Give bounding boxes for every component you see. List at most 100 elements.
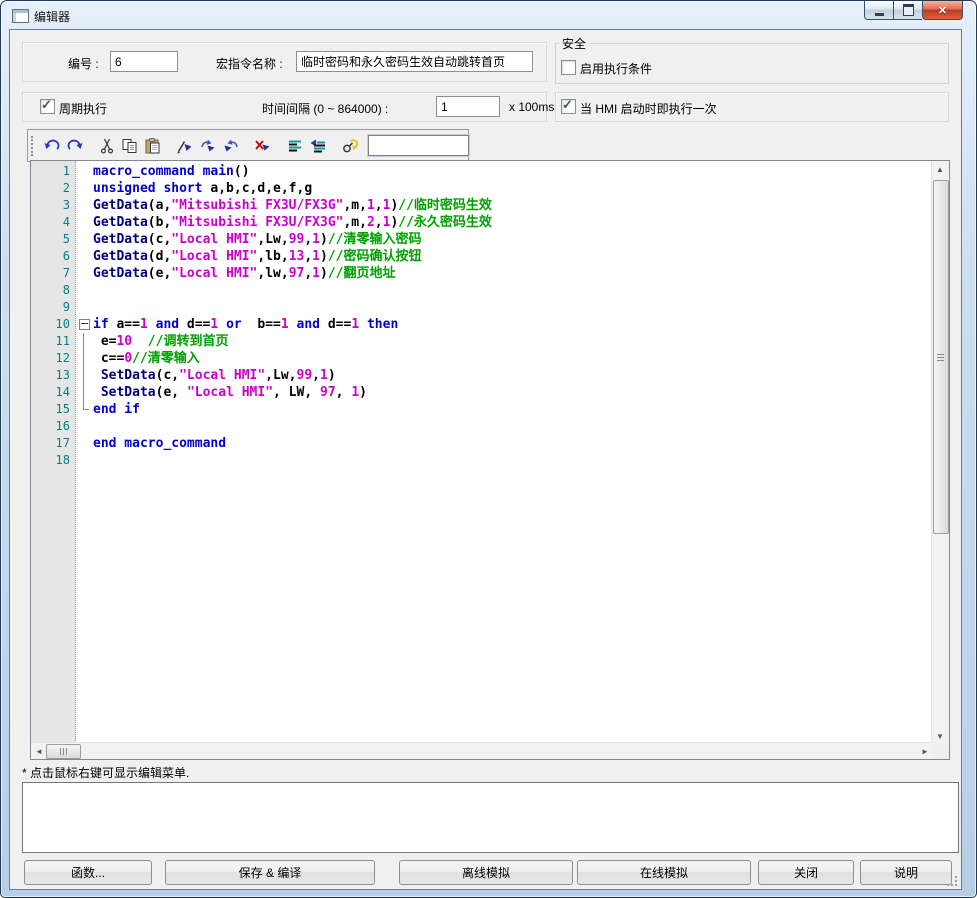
- code-line[interactable]: 14 SetData(e, "Local HMI", LW, 97, 1): [31, 384, 931, 401]
- copy-icon[interactable]: [118, 134, 141, 157]
- vertical-scroll-thumb[interactable]: [933, 180, 949, 534]
- line-number: 3: [31, 197, 75, 214]
- fold-gutter: [77, 231, 93, 248]
- code-line[interactable]: 9: [31, 299, 931, 316]
- paste-icon[interactable]: [141, 134, 164, 157]
- fold-marker: [77, 367, 93, 384]
- window-icon: [12, 9, 29, 23]
- macro-id-label: 编号 :: [68, 55, 99, 72]
- redo-icon[interactable]: [63, 134, 86, 157]
- code-line[interactable]: 8: [31, 282, 931, 299]
- code-editor[interactable]: 1macro_command main()2unsigned short a,b…: [30, 160, 950, 760]
- code-line[interactable]: 4 GetData(b,"Mitsubishi FX3U/FX3G",m,2,1)…: [31, 214, 931, 231]
- fold-gutter: [77, 435, 93, 452]
- line-number: 12: [31, 350, 75, 367]
- line-number: 5: [31, 231, 75, 248]
- line-number: 6: [31, 248, 75, 265]
- code-text: GetData(b,"Mitsubishi FX3U/FX3G",m,2,1)/…: [93, 214, 492, 231]
- scroll-down-arrow-icon[interactable]: ▼: [932, 728, 948, 744]
- code-line[interactable]: 5GetData(c,"Local HMI",Lw,99,1)//清零输入密码: [31, 231, 931, 248]
- code-text: if a==1 and d==1 or b==1 and d==1 then: [93, 316, 398, 333]
- toolbar: [27, 129, 469, 162]
- save-compile-button[interactable]: 保存 & 编译: [165, 860, 375, 885]
- code-text: e=10 //调转到首页: [93, 333, 228, 350]
- code-line[interactable]: 3 GetData(a,"Mitsubishi FX3U/FX3G",m,1,1)…: [31, 197, 931, 214]
- online-simulation-button[interactable]: 在线模拟: [577, 860, 751, 885]
- scroll-left-arrow-icon[interactable]: ◄: [31, 743, 47, 759]
- scroll-up-arrow-icon[interactable]: ▲: [932, 161, 948, 177]
- collapse-icon[interactable]: [79, 319, 90, 330]
- line-number: 10: [31, 316, 75, 333]
- search-input[interactable]: [368, 135, 469, 156]
- line-number: 4: [31, 214, 75, 231]
- interval-input[interactable]: [436, 96, 500, 117]
- code-line[interactable]: 11 e=10 //调转到首页: [31, 333, 931, 350]
- statement-list-icon[interactable]: [283, 134, 306, 157]
- close-button[interactable]: ✕: [922, 1, 963, 20]
- fold-gutter: [77, 418, 93, 435]
- fold-gutter: [77, 197, 93, 214]
- next-bookmark-icon[interactable]: [196, 134, 219, 157]
- fold-gutter: [77, 452, 93, 469]
- functions-button[interactable]: 函数...: [24, 860, 152, 885]
- code-line[interactable]: 2unsigned short a,b,c,d,e,f,g: [31, 180, 931, 197]
- periodic-panel: 周期执行 时间间隔 (0 ~ 864000) : x 100ms: [22, 92, 547, 122]
- fold-gutter: [77, 282, 93, 299]
- code-line[interactable]: 10 if a==1 and d==1 or b==1 and d==1 then: [31, 316, 931, 333]
- horizontal-scrollbar[interactable]: ◄ ►: [31, 742, 933, 759]
- code-text: end macro_command: [93, 435, 226, 452]
- code-line[interactable]: 17 end macro_command: [31, 435, 931, 452]
- line-number: 1: [31, 163, 75, 180]
- line-number: 17: [31, 435, 75, 452]
- cut-icon[interactable]: [95, 134, 118, 157]
- code-line[interactable]: 16: [31, 418, 931, 435]
- resize-grip[interactable]: [947, 876, 958, 887]
- minimize-button[interactable]: [864, 1, 893, 20]
- maximize-icon: [903, 4, 914, 16]
- offline-simulation-button[interactable]: 离线模拟: [399, 860, 573, 885]
- goto-statement-icon[interactable]: [306, 134, 329, 157]
- enable-condition-label: 启用执行条件: [580, 60, 652, 77]
- close-dialog-button[interactable]: 关闭: [758, 860, 854, 885]
- fold-gutter: [77, 265, 93, 282]
- find-icon[interactable]: [338, 134, 361, 157]
- periodic-label: 周期执行: [59, 100, 107, 117]
- code-line[interactable]: 15end if: [31, 401, 931, 418]
- macro-name-input[interactable]: [296, 51, 533, 72]
- code-line[interactable]: 7GetData(e,"Local HMI",lw,97,1)//翻页地址: [31, 265, 931, 282]
- interval-unit-label: x 100ms: [509, 100, 554, 114]
- run-on-startup-checkbox[interactable]: [561, 99, 576, 114]
- window-title: 编辑器: [34, 8, 70, 25]
- line-number: 13: [31, 367, 75, 384]
- code-text: GetData(a,"Mitsubishi FX3U/FX3G",m,1,1)/…: [93, 197, 492, 214]
- code-text: GetData(d,"Local HMI",lb,13,1)//密码确认按钮: [93, 248, 421, 265]
- toggle-bookmark-icon[interactable]: [173, 134, 196, 157]
- fold-marker: [77, 333, 93, 350]
- code-line[interactable]: 1macro_command main(): [31, 163, 931, 180]
- horizontal-scroll-thumb[interactable]: [46, 744, 81, 759]
- enable-condition-checkbox[interactable]: [561, 60, 576, 75]
- periodic-checkbox[interactable]: [40, 99, 55, 114]
- toolbar-grip[interactable]: [31, 136, 35, 156]
- code-line[interactable]: 6 GetData(d,"Local HMI",lb,13,1)//密码确认按钮: [31, 248, 931, 265]
- macro-id-input[interactable]: [110, 51, 178, 72]
- previous-bookmark-icon[interactable]: [219, 134, 242, 157]
- maximize-button[interactable]: [893, 1, 922, 20]
- undo-icon[interactable]: [40, 134, 63, 157]
- vertical-scrollbar[interactable]: ▲ ▼: [931, 161, 949, 744]
- macro-name-label: 宏指令名称 :: [216, 55, 283, 72]
- code-line[interactable]: 13 SetData(c,"Local HMI",Lw,99,1): [31, 367, 931, 384]
- line-number: 7: [31, 265, 75, 282]
- run-on-startup-label: 当 HMI 启动时即执行一次: [580, 100, 717, 117]
- clear-bookmarks-icon[interactable]: [251, 134, 274, 157]
- fold-marker[interactable]: [77, 316, 93, 333]
- help-button[interactable]: 说明: [860, 860, 952, 885]
- title-bar[interactable]: 编辑器 ✕: [1, 1, 976, 29]
- code-line[interactable]: 18: [31, 452, 931, 469]
- dialog-content: 编号 : 宏指令名称 : 安全 启用执行条件 周期执行 时间间隔 (0 ~ 86…: [9, 29, 962, 890]
- message-output-box[interactable]: [22, 782, 959, 853]
- scroll-right-arrow-icon[interactable]: ►: [917, 743, 933, 759]
- code-line[interactable]: 12 c==0//清零输入: [31, 350, 931, 367]
- line-number: 2: [31, 180, 75, 197]
- scrollbar-corner: [932, 743, 949, 759]
